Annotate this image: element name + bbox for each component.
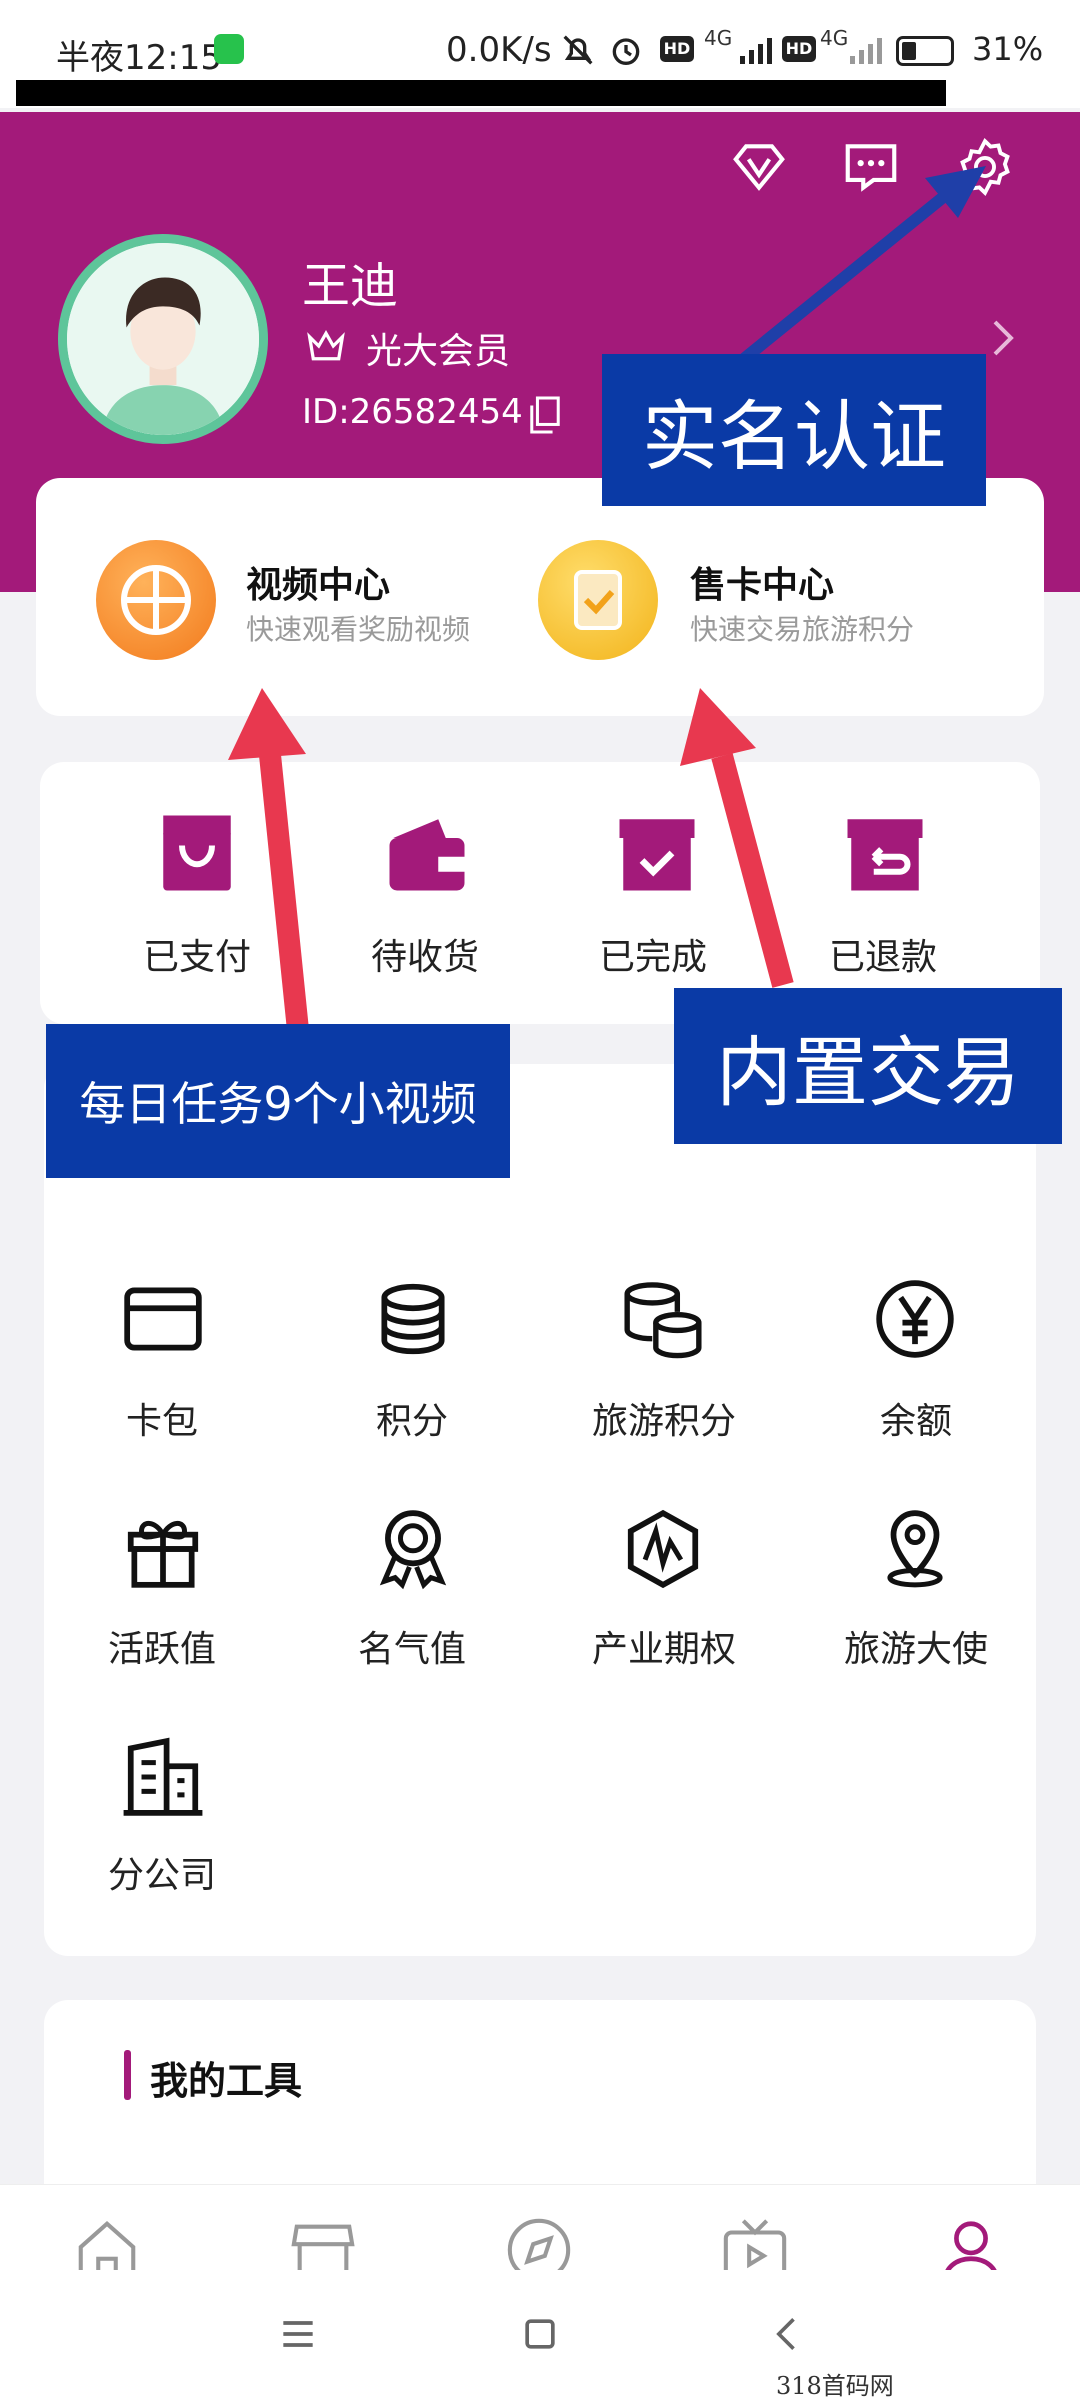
member-level: 光大会员 — [366, 331, 511, 372]
menu-icon[interactable] — [276, 2312, 320, 2356]
annotation-trade: 内置交易 — [674, 988, 1062, 1144]
asset-points[interactable]: 积分 — [312, 1392, 512, 1444]
card-sale-title[interactable]: 售卡中心 — [690, 556, 834, 608]
screen-overlay-strip — [16, 80, 946, 106]
diamond-icon[interactable] — [728, 136, 790, 198]
asset-industry-options[interactable]: 产业期权 — [564, 1620, 764, 1672]
box-check-icon[interactable] — [612, 808, 702, 898]
bottom-tab-bar — [0, 2184, 1080, 2270]
card-sale-subtitle: 快速交易旅游积分 — [690, 613, 915, 646]
bag-icon[interactable] — [152, 808, 242, 898]
order-pending[interactable]: 待收货 — [350, 928, 500, 980]
settings-icon[interactable] — [954, 136, 1016, 198]
coins-icon[interactable] — [370, 1276, 456, 1362]
user-id: ID:26582454 — [302, 392, 523, 432]
coin-stack-icon[interactable] — [620, 1276, 706, 1362]
alarm-icon — [612, 38, 640, 65]
home-icon[interactable] — [72, 2215, 142, 2270]
building-icon[interactable] — [120, 1734, 206, 1820]
annotation-daily-task: 每日任务9个小视频 — [46, 1024, 510, 1178]
user-name: 王迪 — [302, 258, 399, 314]
video-center-title[interactable]: 视频中心 — [246, 556, 390, 608]
chevron-right-icon[interactable] — [990, 318, 1016, 358]
signal-icon-1 — [740, 34, 772, 64]
avatar[interactable] — [58, 234, 268, 444]
wechat-notification-icon — [214, 34, 244, 64]
net-label-1: 4G — [704, 26, 733, 50]
order-paid[interactable]: 已支付 — [122, 928, 272, 980]
wallet-icon[interactable] — [382, 808, 472, 898]
tools-title: 我的工具 — [150, 2059, 303, 2103]
hd-badge: HD — [660, 36, 694, 62]
status-net-speed: 0.0K/s — [446, 30, 552, 70]
card-icon[interactable] — [120, 1276, 206, 1362]
crown-icon — [307, 329, 345, 361]
watermark: 318首码网 www.E318.com — [776, 2372, 894, 2400]
card-sale-icon[interactable] — [538, 540, 658, 660]
asset-travel-points[interactable]: 旅游积分 — [564, 1392, 764, 1444]
home-square-icon[interactable] — [518, 2312, 562, 2356]
battery-percent: 31% — [972, 30, 1044, 68]
mute-bell-icon — [563, 35, 593, 65]
asset-activity[interactable]: 活跃值 — [62, 1620, 262, 1672]
yen-icon[interactable] — [872, 1276, 958, 1362]
order-refunded[interactable]: 已退款 — [808, 928, 958, 980]
gift-icon[interactable] — [120, 1506, 206, 1592]
annotation-real-name: 实名认证 — [602, 354, 986, 506]
avatar-illustration — [67, 243, 259, 435]
chip-icon[interactable] — [620, 1506, 706, 1592]
message-icon[interactable] — [840, 136, 902, 198]
asset-fame[interactable]: 名气值 — [312, 1620, 512, 1672]
tv-icon[interactable] — [720, 2215, 790, 2270]
asset-card-pack[interactable]: 卡包 — [62, 1392, 262, 1444]
asset-branch[interactable]: 分公司 — [62, 1846, 262, 1898]
net-label-2: 4G — [820, 26, 849, 50]
video-center-subtitle: 快速观看奖励视频 — [246, 613, 471, 646]
asset-ambassador[interactable]: 旅游大使 — [816, 1620, 1016, 1672]
copy-icon[interactable] — [528, 396, 562, 434]
section-accent-bar — [124, 2050, 131, 2100]
video-center-icon[interactable] — [96, 540, 216, 660]
asset-balance[interactable]: 余额 — [816, 1392, 1016, 1444]
box-return-icon[interactable] — [840, 808, 930, 898]
battery-icon — [896, 36, 954, 66]
signal-icon-2 — [850, 34, 882, 64]
compass-icon[interactable] — [504, 2215, 574, 2270]
hd-badge-2: HD — [782, 36, 816, 62]
badge-icon[interactable] — [370, 1506, 456, 1592]
back-icon[interactable] — [766, 2312, 810, 2356]
location-icon[interactable] — [872, 1506, 958, 1592]
profile-icon[interactable] — [936, 2215, 1006, 2270]
order-completed[interactable]: 已完成 — [578, 928, 728, 980]
shop-icon[interactable] — [288, 2215, 358, 2270]
status-time: 半夜12:15 — [56, 38, 222, 78]
